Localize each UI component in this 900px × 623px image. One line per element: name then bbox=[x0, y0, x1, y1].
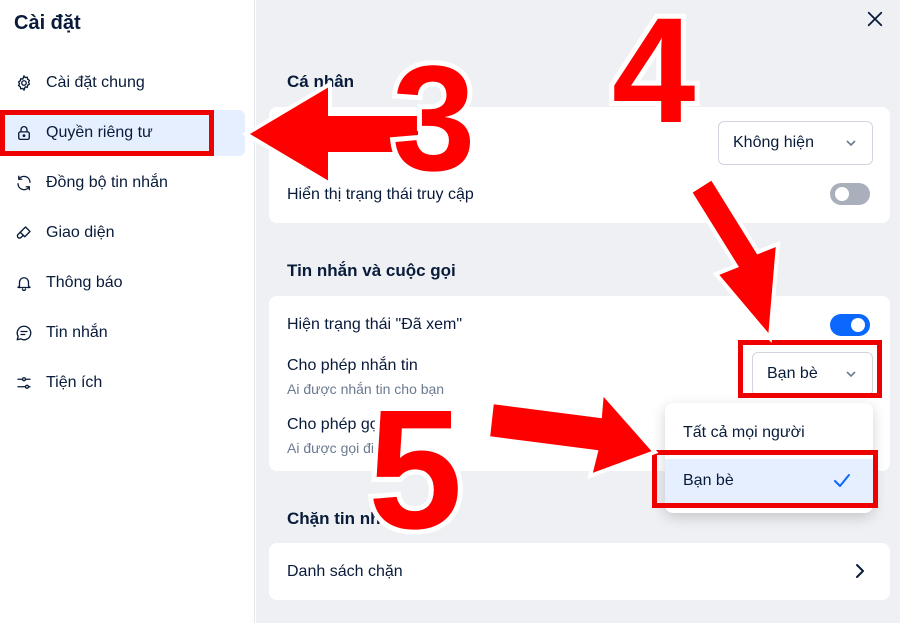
sidebar-item-label: Tin nhắn bbox=[46, 324, 108, 341]
sidebar-item-notifications[interactable]: Thông báo bbox=[0, 260, 245, 306]
close-button[interactable] bbox=[862, 6, 888, 32]
card-personal: Không hiện Hiển thị trạng thái truy cập bbox=[269, 107, 890, 223]
sidebar-item-label: Tiện ích bbox=[46, 374, 103, 391]
allow-call-label: Cho phép gọi bbox=[287, 416, 383, 433]
close-icon bbox=[867, 11, 883, 27]
sidebar: Cài đặt Cài đặt chung Quyền riêng tư Đồn… bbox=[0, 0, 255, 623]
allow-message-sub: Ai được nhắn tin cho bạn bbox=[287, 381, 445, 397]
block-list-label: Danh sách chặn bbox=[287, 563, 403, 580]
seen-status-toggle[interactable] bbox=[830, 314, 870, 336]
sidebar-item-utilities[interactable]: Tiện ích bbox=[0, 360, 245, 406]
highlight-box-select bbox=[738, 340, 882, 398]
sidebar-item-label: Giao diện bbox=[46, 224, 115, 241]
section-title-messages-calls: Tin nhắn và cuộc gọi bbox=[287, 261, 456, 280]
sidebar-item-label: Thông báo bbox=[46, 274, 123, 291]
highlight-box-friends bbox=[652, 450, 878, 508]
access-status-toggle[interactable] bbox=[830, 183, 870, 205]
sidebar-title: Cài đặt bbox=[14, 12, 81, 34]
sliders-icon bbox=[14, 373, 34, 393]
section-title-block: Chặn tin nh bbox=[287, 509, 381, 528]
access-status-label: Hiển thị trạng thái truy cập bbox=[287, 186, 474, 203]
highlight-box-privacy bbox=[0, 110, 214, 156]
block-list-row[interactable]: Danh sách chặn bbox=[269, 543, 890, 600]
sync-icon bbox=[14, 173, 34, 193]
sidebar-item-label: Cài đặt chung bbox=[46, 74, 145, 91]
birthday-select[interactable]: Không hiện bbox=[718, 121, 873, 165]
section-title-personal: Cá nhân bbox=[287, 72, 355, 91]
sidebar-item-general[interactable]: Cài đặt chung bbox=[0, 60, 245, 106]
option-everyone[interactable]: Tất cả mọi người bbox=[665, 411, 873, 455]
sidebar-item-label: Đồng bộ tin nhắn bbox=[46, 174, 168, 191]
chat-icon bbox=[14, 323, 34, 343]
bell-icon bbox=[14, 273, 34, 293]
gear-icon bbox=[14, 73, 34, 93]
seen-status-label: Hiện trạng thái "Đã xem" bbox=[287, 316, 462, 333]
select-value: Không hiện bbox=[733, 134, 814, 151]
allow-message-label: Cho phép nhắn tin bbox=[287, 357, 418, 374]
allow-call-sub: Ai được gọi điện bbox=[287, 440, 390, 456]
sidebar-item-appearance[interactable]: Giao diện bbox=[0, 210, 245, 256]
settings-content: Cá nhân Không hiện Hiển thị trạng thái t… bbox=[256, 0, 900, 623]
sidebar-item-messages[interactable]: Tin nhắn bbox=[0, 310, 245, 356]
sidebar-item-sync[interactable]: Đồng bộ tin nhắn bbox=[0, 160, 245, 206]
chevron-right-icon bbox=[854, 563, 866, 579]
chevron-down-icon bbox=[844, 136, 858, 150]
brush-icon bbox=[14, 223, 34, 243]
